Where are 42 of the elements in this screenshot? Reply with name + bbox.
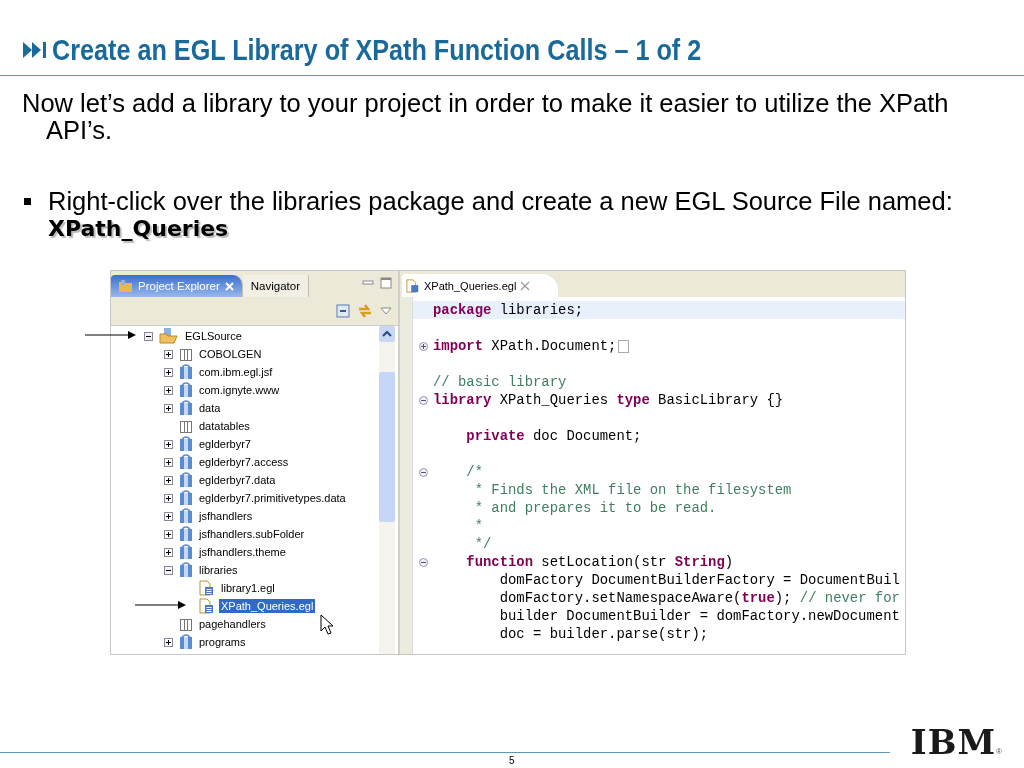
code-line: * [473,518,483,534]
tree-item[interactable]: datatables [197,419,252,433]
code-line: package libraries; [433,302,584,318]
code-line: * and prepares it to be read. [473,500,717,516]
editor-tab[interactable]: XPath_Queries.egl [402,274,559,297]
code-line: private doc Document; [465,428,642,444]
tree-item[interactable]: jsfhandlers [197,509,255,523]
code-line: builder DocumentBuilder = domFactory.newDocument [498,608,900,624]
tree-item[interactable]: libraries [197,563,240,577]
registered-mark: ® [996,747,1002,756]
tree-item[interactable]: programs [197,635,248,649]
tree-item[interactable]: com.ignyte.www [197,383,282,397]
tree-item[interactable]: data [197,401,223,415]
code-line: */ [473,536,492,552]
tree-item[interactable]: XPath_Queries.egl [219,599,316,613]
page-number: 5 [509,755,515,766]
code-line: // basic library [433,374,567,390]
tree-item[interactable]: jsfhandlers.theme [197,545,288,559]
code-line: library XPath_Queries type BasicLibrary {} [433,392,784,408]
code-line: domFactory DocumentBuilderFactory = DocumentBuil [498,572,900,588]
tree-item[interactable]: COBOLGEN [197,347,264,361]
tree-item[interactable]: eglderbyr7.access [197,455,291,469]
code-line: domFactory.setNamespaceAware(true); // never for [498,590,900,606]
view-tab[interactable]: Navigator [242,275,310,297]
tree-item[interactable]: eglderbyr7 [197,437,253,451]
intro-paragraph: Now let’s add a library to your project in order to make it easier to utilize the XPath API’s. [22,90,950,144]
code-line: doc = builder.parse(str); [498,626,709,642]
code-line: /* [465,464,483,480]
tree-item[interactable]: pagehandlers [197,617,268,631]
tree-item[interactable]: eglderbyr7.primitivetypes.data [197,491,348,505]
file-name: XPath_Queries [48,215,229,242]
tree-item[interactable]: eglderbyr7.data [197,473,278,487]
tree-item[interactable]: library1.egl [219,581,277,595]
ibm-logo: IBM [910,722,997,762]
bullet-text: Right-click over the libraries package and create a new EGL Source File named: [48,188,953,215]
code-line: * Finds the XML file on the filesystem [473,482,792,498]
code-line: import XPath.Document; [433,338,617,354]
tree-item[interactable]: com.ibm.egl.jsf [197,365,275,379]
code-line: function setLocation(str String) [465,554,734,570]
tree-item[interactable]: jsfhandlers.subFolder [197,527,307,541]
tree-item[interactable]: EGLSource [183,329,244,343]
slide-title: Create an EGL Library of XPath Function Calls – 1 of 2 [52,32,702,67]
